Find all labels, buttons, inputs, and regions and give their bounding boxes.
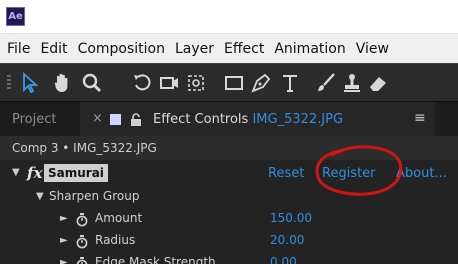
property-label: Edge Mask Strength: [95, 255, 216, 264]
menu-layer[interactable]: Layer: [175, 41, 214, 57]
effect-controls-file-name: IMG_5322.JPG: [252, 112, 344, 127]
property-value[interactable]: 150.00: [270, 211, 312, 225]
group-collapse-triangle-icon[interactable]: ▼: [36, 191, 44, 202]
panel-tab-bar: Project × Effect Controls IMG_5322.JPG ≡: [0, 101, 458, 137]
expand-triangle-icon[interactable]: ►: [60, 213, 68, 224]
panel-color-swatch-icon: [110, 114, 121, 125]
property-row: ► Radius 20.00: [0, 230, 458, 252]
toolbar-grip[interactable]: [7, 75, 11, 91]
rectangle-icon[interactable]: [222, 71, 246, 95]
property-row: ► Amount 150.00: [0, 208, 458, 230]
property-label: Amount: [95, 211, 143, 225]
menu-bar: File Edit Composition Layer Effect Anima…: [0, 33, 458, 63]
effect-name[interactable]: Samurai: [44, 164, 108, 182]
menu-effect[interactable]: Effect: [224, 41, 264, 57]
clone-stamp-icon[interactable]: [340, 71, 364, 95]
property-value[interactable]: 20.00: [270, 233, 304, 247]
menu-animation[interactable]: Animation: [274, 41, 345, 57]
brush-icon[interactable]: [314, 71, 338, 95]
panel-menu-icon[interactable]: ≡: [414, 110, 426, 126]
property-label: Radius: [95, 233, 136, 247]
hand-icon[interactable]: [50, 71, 74, 95]
type-icon[interactable]: [278, 71, 302, 95]
stopwatch-icon[interactable]: [76, 234, 88, 249]
stopwatch-icon[interactable]: [76, 212, 88, 227]
tab-project[interactable]: Project: [12, 112, 56, 127]
expand-triangle-icon[interactable]: ►: [60, 235, 68, 246]
tools-toolbar: [0, 63, 458, 101]
rotate-icon[interactable]: [130, 71, 154, 95]
zoom-icon[interactable]: [80, 71, 104, 95]
reset-link[interactable]: Reset: [268, 166, 304, 181]
effect-controls-title: Effect Controls IMG_5322.JPG: [153, 112, 343, 127]
comp-layer-label: Comp 3 • IMG_5322.JPG: [12, 141, 157, 155]
menu-composition[interactable]: Composition: [78, 41, 165, 57]
group-label: Sharpen Group: [49, 189, 140, 203]
close-icon[interactable]: ×: [92, 111, 103, 126]
eraser-icon[interactable]: [366, 71, 390, 95]
collapse-triangle-icon[interactable]: ▼: [12, 167, 20, 178]
pan-behind-icon[interactable]: [184, 71, 208, 95]
menu-view[interactable]: View: [356, 41, 389, 57]
expand-triangle-icon[interactable]: ►: [60, 257, 68, 264]
after-effects-logo: Ae: [6, 7, 25, 26]
pen-icon[interactable]: [249, 71, 273, 95]
title-bar: Ae: [0, 0, 458, 33]
property-row: ► Edge Mask Strength 0.00: [0, 252, 458, 264]
annotation-circle: [315, 145, 403, 196]
stopwatch-icon[interactable]: [76, 256, 88, 264]
property-value[interactable]: 0.00: [270, 255, 297, 264]
lock-icon[interactable]: [130, 112, 142, 126]
selection-arrow-icon[interactable]: [18, 71, 42, 95]
menu-edit[interactable]: Edit: [40, 41, 67, 57]
camera-orbit-icon[interactable]: [158, 71, 182, 95]
fx-icon[interactable]: fx: [27, 164, 42, 182]
effect-controls-label: Effect Controls: [153, 112, 249, 127]
menu-file[interactable]: File: [7, 41, 30, 57]
